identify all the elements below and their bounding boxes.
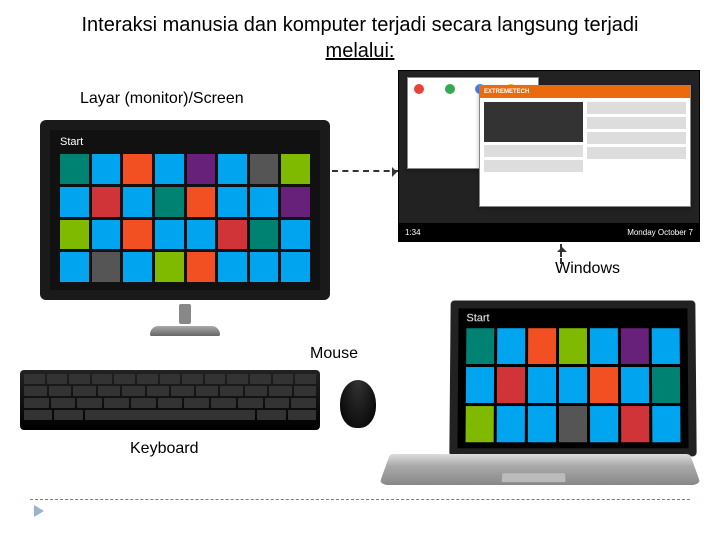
mouse-image xyxy=(340,380,376,428)
label-keyboard: Keyboard xyxy=(130,440,199,458)
tiles-grid xyxy=(60,154,310,282)
keyboard-image xyxy=(20,370,320,430)
footer-divider xyxy=(30,499,690,500)
monitor-image: Start xyxy=(40,120,330,340)
laptop-screen: Start xyxy=(449,300,696,456)
windows-screenshot: EXTREMETECH 1:34 Monday October 7 xyxy=(398,70,700,242)
taskbar: 1:34 Monday October 7 xyxy=(399,223,699,241)
taskbar-date: Monday October 7 xyxy=(627,228,693,237)
label-screen: Layar (monitor)/Screen xyxy=(80,90,244,108)
arrow-to-windows xyxy=(560,244,562,264)
title-line-2: melalui: xyxy=(326,40,395,62)
start-label: Start xyxy=(60,136,83,148)
laptop-image: Start xyxy=(390,300,700,500)
laptop-tiles xyxy=(466,328,681,442)
title-line-1: Interaksi manusia dan komputer terjadi s… xyxy=(82,14,639,36)
label-mouse: Mouse xyxy=(310,345,358,363)
site-header: EXTREMETECH xyxy=(480,86,690,98)
footer-arrow-icon xyxy=(34,505,44,517)
app-window-2: EXTREMETECH xyxy=(479,85,691,207)
label-windows: Windows xyxy=(555,260,620,278)
slide-title: Interaksi manusia dan komputer terjadi s… xyxy=(0,0,720,64)
monitor-stand xyxy=(150,306,220,336)
monitor-screen: Start xyxy=(40,120,330,300)
taskbar-time: 1:34 xyxy=(405,228,421,237)
laptop-base xyxy=(379,454,701,485)
laptop-start-label: Start xyxy=(466,312,489,324)
